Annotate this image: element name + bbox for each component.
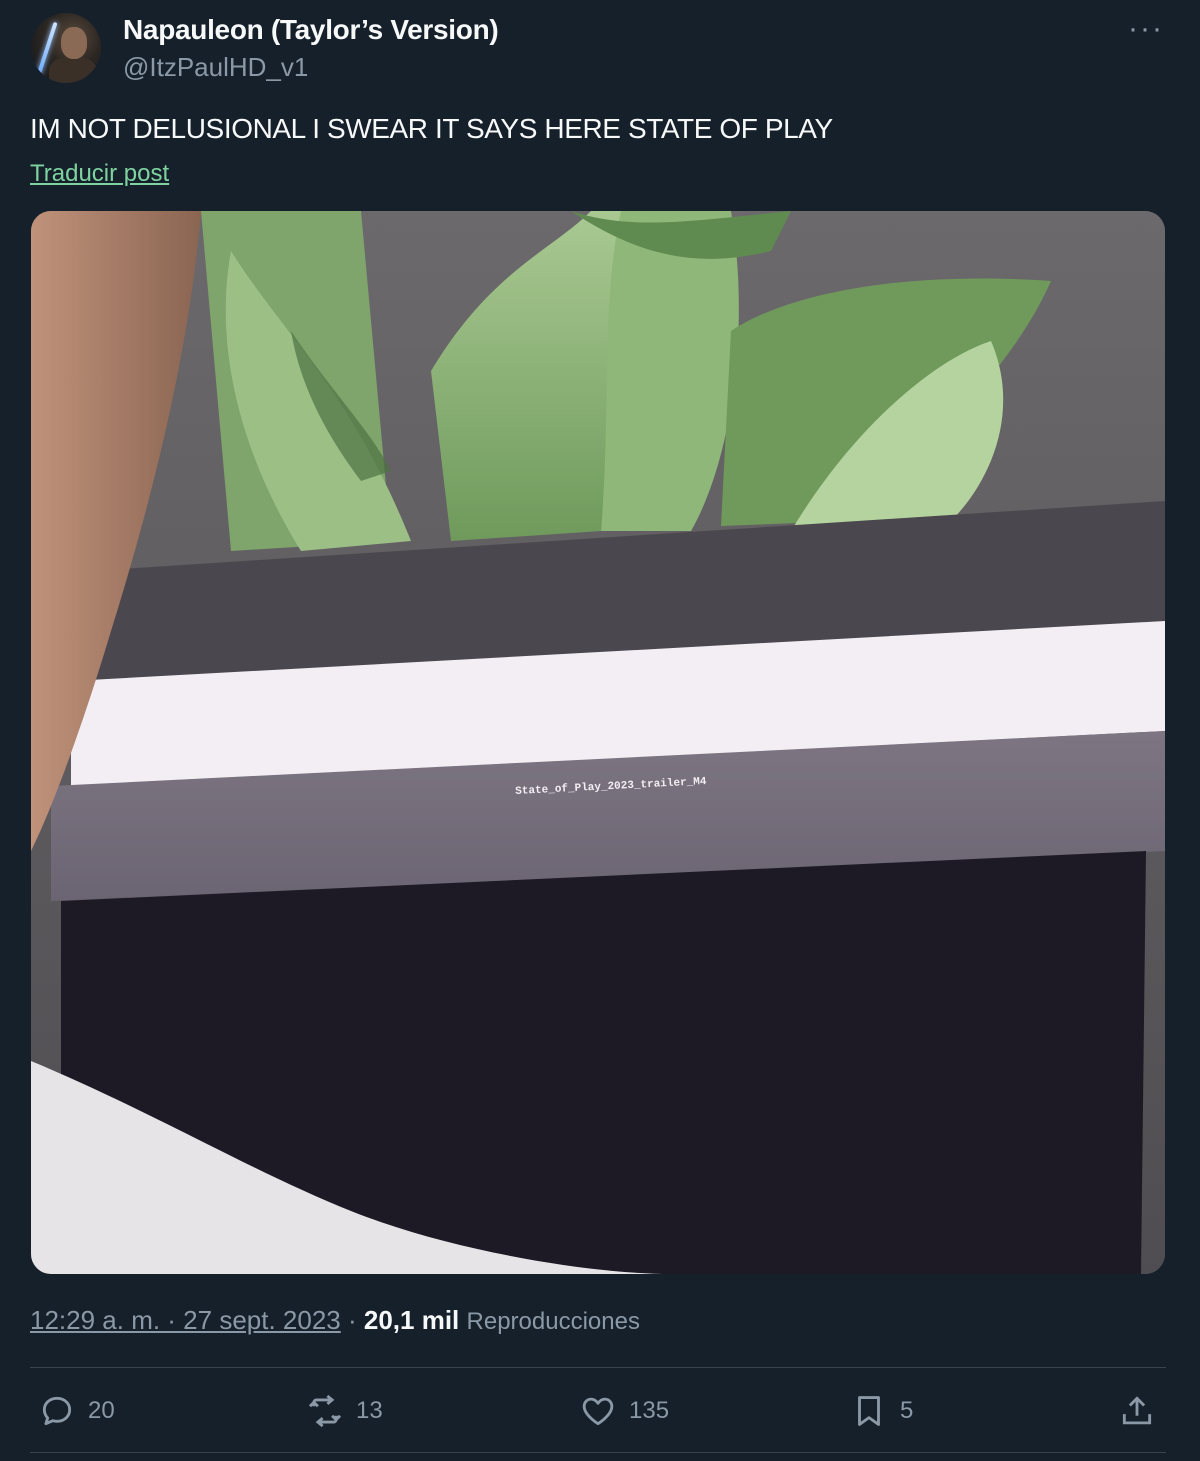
photo-illustration: State_of_Play_2023_trailer_M4 [31, 211, 1165, 1274]
views-label: Reproducciones [466, 1308, 640, 1335]
repost-count: 13 [356, 1397, 383, 1424]
reply-icon [42, 1396, 72, 1426]
meta-separator: · [340, 1305, 364, 1335]
avatar-robe [49, 57, 97, 83]
like-button[interactable]: 135 [579, 1386, 669, 1436]
repost-button[interactable]: 13 [306, 1386, 383, 1436]
bookmark-icon [858, 1396, 880, 1426]
translate-post-link[interactable]: Traducir post [30, 160, 169, 188]
avatar-face [61, 27, 87, 59]
like-count: 135 [629, 1397, 670, 1424]
divider-top [30, 1367, 1166, 1368]
post-text: IM NOT DELUSIONAL I SWEAR IT SAYS HERE S… [30, 113, 833, 144]
post-image[interactable]: State_of_Play_2023_trailer_M4 [31, 211, 1165, 1274]
post-timestamp[interactable]: 12:29 a. m. · 27 sept. 2023 [30, 1305, 341, 1335]
views-count: 20,1 mil [363, 1305, 460, 1335]
heart-icon [582, 1397, 614, 1426]
tweet: Napauleon (Taylor’s Version) @ItzPaulHD_… [0, 0, 1200, 1461]
reply-count: 20 [88, 1397, 115, 1424]
bookmark-count: 5 [900, 1397, 914, 1424]
avatar[interactable] [31, 13, 101, 83]
repost-icon [308, 1394, 342, 1428]
share-icon [1122, 1396, 1152, 1425]
divider-bottom [30, 1452, 1166, 1453]
reply-button[interactable]: 20 [38, 1386, 115, 1436]
post-meta: 12:29 a. m. · 27 sept. 2023 · 20,1 mil R… [30, 1305, 640, 1336]
author-display-name[interactable]: Napauleon (Taylor’s Version) [123, 14, 499, 46]
action-bar: 20 13 135 5 [30, 1386, 1166, 1436]
author-handle[interactable]: @ItzPaulHD_v1 [123, 52, 308, 83]
bookmark-button[interactable]: 5 [850, 1386, 913, 1436]
more-horizontal-icon[interactable]: ··· [1128, 12, 1164, 46]
share-button[interactable] [1118, 1386, 1156, 1436]
